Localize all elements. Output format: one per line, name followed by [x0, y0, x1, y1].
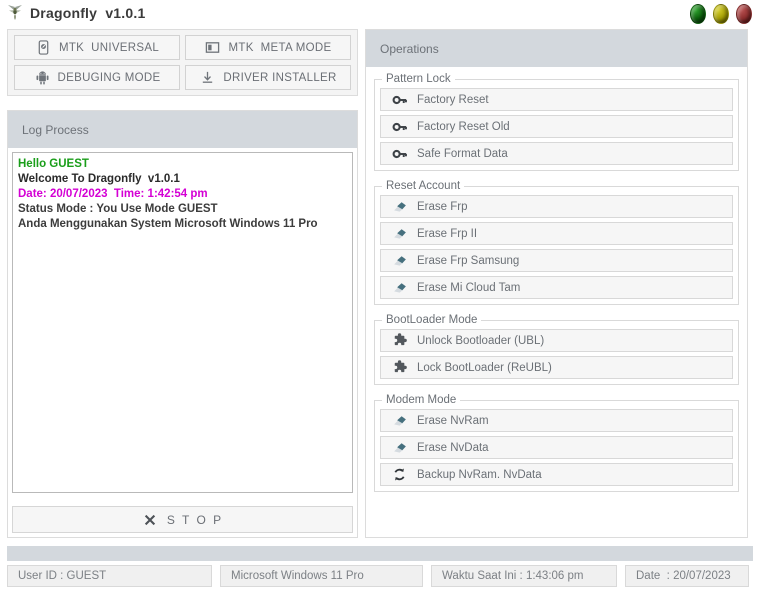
download-icon: [199, 69, 216, 86]
unlock-bootloader-button[interactable]: Unlock Bootloader (UBL): [380, 329, 733, 352]
erase-frp-button[interactable]: Erase Frp: [380, 195, 733, 218]
operation-label: Erase Mi Cloud Tam: [417, 281, 521, 294]
log-line: Status Mode : You Use Mode GUEST: [18, 203, 218, 215]
dragonfly-icon: [4, 2, 26, 24]
close-button[interactable]: [736, 4, 752, 24]
operation-label: Erase Frp II: [417, 227, 478, 240]
eraser-icon: [391, 279, 408, 296]
log-output[interactable]: Hello GUEST Welcome To Dragonfly v1.0.1 …: [12, 152, 353, 493]
log-panel: Log Process Hello GUEST Welcome To Drago…: [7, 110, 358, 538]
group-reset-account: Reset Account Erase Frp Erase Frp II Era…: [374, 180, 739, 305]
log-line: Welcome To Dragonfly v1.0.1: [18, 173, 180, 185]
mode-button-label: DRIVER INSTALLER: [223, 71, 337, 84]
operations-title: Operations: [380, 41, 439, 56]
status-bar: User ID : GUEST Microsoft Windows 11 Pro…: [7, 564, 753, 588]
erase-frp-ii-button[interactable]: Erase Frp II: [380, 222, 733, 245]
title-bar: Dragonfly v1.0.1: [0, 0, 760, 26]
status-time: Waktu Saat Ini : 1:43:06 pm: [431, 565, 617, 587]
puzzle-icon: [391, 359, 408, 376]
eraser-icon: [391, 252, 408, 269]
mode-buttons-panel: MTK UNIVERSAL MTK META MODE DEBUGING MOD…: [7, 29, 358, 96]
backup-nvram-nvdata-button[interactable]: Backup NvRam. NvData: [380, 463, 733, 486]
operation-label: Factory Reset: [417, 93, 489, 106]
erase-frp-samsung-button[interactable]: Erase Frp Samsung: [380, 249, 733, 272]
mode-button-label: MTK UNIVERSAL: [58, 41, 160, 54]
erase-nvdata-button[interactable]: Erase NvData: [380, 436, 733, 459]
key-icon: [391, 145, 408, 162]
erase-nvram-button[interactable]: Erase NvRam: [380, 409, 733, 432]
meta-window-icon: [204, 39, 221, 56]
log-line: Date: 20/07/2023 Time: 1:42:54 pm: [18, 188, 208, 200]
operations-panel: Operations Pattern Lock Factory Reset Fa…: [365, 29, 748, 538]
dragonfly-window: Dragonfly v1.0.1 MTK UNIVERSAL MTK META …: [0, 0, 760, 595]
refresh-icon: [391, 466, 408, 483]
window-controls: [690, 4, 752, 24]
mode-button-label: MTK META MODE: [228, 41, 332, 54]
operation-label: Erase Frp: [417, 200, 468, 213]
key-icon: [391, 118, 408, 135]
operation-label: Safe Format Data: [417, 147, 508, 160]
operations-body: Pattern Lock Factory Reset Factory Reset…: [366, 67, 747, 492]
group-legend: Pattern Lock: [386, 73, 451, 85]
factory-reset-button[interactable]: Factory Reset: [380, 88, 733, 111]
eraser-icon: [391, 412, 408, 429]
group-legend: Modem Mode: [386, 394, 457, 406]
status-user-id: User ID : GUEST: [7, 565, 212, 587]
status-os: Microsoft Windows 11 Pro: [220, 565, 423, 587]
close-x-icon: [142, 511, 159, 528]
app-title: Dragonfly v1.0.1: [30, 5, 146, 21]
group-legend: Reset Account: [386, 180, 461, 192]
eraser-icon: [391, 198, 408, 215]
debuging-mode-button[interactable]: DEBUGING MODE: [14, 65, 180, 90]
driver-installer-button[interactable]: DRIVER INSTALLER: [185, 65, 351, 90]
mode-buttons-grid: MTK UNIVERSAL MTK META MODE DEBUGING MOD…: [8, 30, 357, 95]
operation-label: Erase NvData: [417, 441, 489, 454]
key-icon: [391, 91, 408, 108]
phone-icon: [35, 39, 52, 56]
operation-label: Unlock Bootloader (UBL): [417, 334, 545, 347]
operations-header: Operations: [366, 30, 747, 67]
status-date: Date : 20/07/2023: [625, 565, 749, 587]
eraser-icon: [391, 439, 408, 456]
group-bootloader-mode: BootLoader Mode Unlock Bootloader (UBL): [374, 314, 739, 385]
stop-button[interactable]: S T O P: [12, 506, 353, 533]
erase-mi-cloud-tam-button[interactable]: Erase Mi Cloud Tam: [380, 276, 733, 299]
eraser-icon: [391, 225, 408, 242]
operation-label: Backup NvRam. NvData: [417, 468, 542, 481]
log-line: Anda Menggunakan System Microsoft Window…: [18, 218, 318, 230]
lock-bootloader-button[interactable]: Lock BootLoader (ReUBL): [380, 356, 733, 379]
maximize-button[interactable]: [713, 4, 729, 24]
mode-button-label: DEBUGING MODE: [57, 71, 161, 84]
stop-button-label: S T O P: [166, 512, 224, 527]
bottom-band: [7, 546, 753, 561]
mtk-universal-button[interactable]: MTK UNIVERSAL: [14, 35, 180, 60]
log-line: Hello GUEST: [18, 158, 89, 170]
minimize-button[interactable]: [690, 4, 706, 24]
log-panel-title: Log Process: [22, 122, 89, 137]
puzzle-icon: [391, 332, 408, 349]
operation-label: Erase Frp Samsung: [417, 254, 520, 267]
operation-label: Erase NvRam: [417, 414, 489, 427]
log-panel-header: Log Process: [8, 111, 357, 148]
safe-format-data-button[interactable]: Safe Format Data: [380, 142, 733, 165]
group-legend: BootLoader Mode: [386, 314, 478, 326]
android-icon: [34, 69, 51, 86]
operation-label: Lock BootLoader (ReUBL): [417, 361, 552, 374]
group-pattern-lock: Pattern Lock Factory Reset Factory Reset…: [374, 73, 739, 171]
group-modem-mode: Modem Mode Erase NvRam Erase NvData Back…: [374, 394, 739, 492]
operation-label: Factory Reset Old: [417, 120, 510, 133]
mtk-meta-mode-button[interactable]: MTK META MODE: [185, 35, 351, 60]
factory-reset-old-button[interactable]: Factory Reset Old: [380, 115, 733, 138]
